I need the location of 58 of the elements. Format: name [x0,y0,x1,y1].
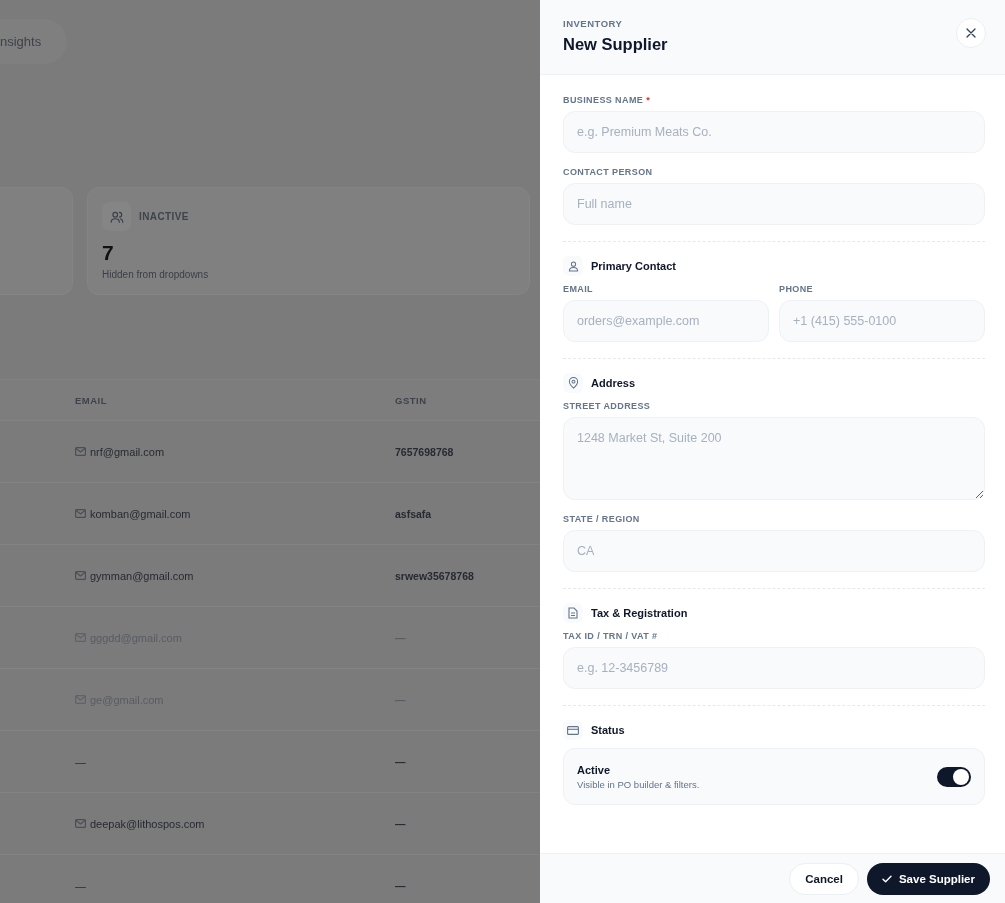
mail-icon [75,819,86,828]
section-title: Tax & Registration [591,607,688,619]
input-field[interactable]: CA [563,530,985,572]
field-label: STREET ADDRESS [563,401,651,411]
section-title: Status [591,724,625,736]
table-cell: — [395,631,406,644]
toggle-description: Visible in PO builder & filters. [577,778,700,790]
mail-icon [75,571,86,580]
section-title: Primary Contact [591,260,676,272]
document-icon [563,603,583,623]
required-mark: * [646,95,651,105]
table-cell: 7657698768 [395,445,454,458]
column-header: EMAIL [74,394,109,406]
input-field[interactable]: e.g. Premium Meats Co. [563,111,985,153]
mail-icon [75,509,86,518]
text-area[interactable]: 1248 Market St, Suite 200 [563,417,985,500]
table-cell: — [75,755,86,768]
card-icon [563,720,583,740]
column-header: GSTIN [395,394,428,406]
section-title: Address [591,377,636,389]
stat-note: Hidden from dropdowns [102,269,210,280]
input-field[interactable]: +1 (415) 555-0100 [779,300,985,342]
table-cell: — [395,879,406,892]
mail-icon [75,695,86,704]
table-cell: deepak@lithospos.com [90,817,205,830]
field-label: TAX ID / TRN / VAT # [563,631,658,641]
panel-eyebrow: INVENTORY [563,18,624,29]
save-button[interactable]: Save Supplier [866,862,990,895]
table-cell: asfsafa [395,507,432,520]
panel-title: New Supplier [563,35,668,54]
table-cell: nrf@gmail.com [90,445,165,458]
stat-value: 7 [102,241,115,265]
field-label: CONTACT PERSON [563,167,653,177]
table-cell: gymman@gmail.com [90,569,194,582]
person-icon [563,256,583,276]
input-field[interactable]: Full name [563,183,985,225]
table-cell: — [75,879,86,892]
toggle-label: Active [577,763,612,776]
input-field[interactable]: e.g. 12-3456789 [563,647,985,689]
table-cell: — [395,755,406,768]
close-icon [966,28,976,38]
field-label: EMAIL [563,284,593,294]
mail-icon [75,633,86,642]
table-cell: komban@gmail.com [90,507,191,520]
cancel-button[interactable]: Cancel [789,862,859,895]
mail-icon [75,447,86,456]
stat-label: INACTIVE [139,211,189,222]
users-icon [102,202,131,231]
field-label: BUSINESS NAME [563,95,644,105]
table-cell: srwew35678768 [395,569,474,582]
field-label: STATE / REGION [563,514,640,524]
check-icon [881,874,892,883]
field-label: PHONE [779,284,813,294]
table-cell: — [395,693,406,706]
location-pin-icon [563,373,583,393]
table-cell: — [395,817,406,830]
input-field[interactable]: orders@example.com [563,300,769,342]
toggle-switch[interactable] [937,766,971,787]
